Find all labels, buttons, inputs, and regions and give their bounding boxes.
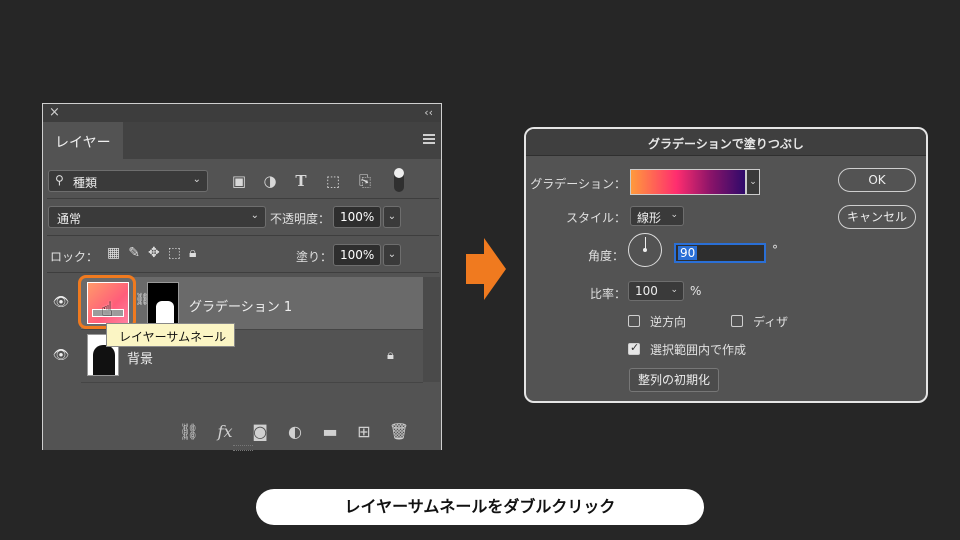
reverse-label: 逆方向 [650,315,687,329]
reset-alignment-button[interactable]: 整列の初期化 [629,368,719,392]
degree-unit: ° [772,243,778,257]
smart-object-filter-icon[interactable]: ⎘ [356,172,374,190]
eye-icon[interactable]: 👁︎ [51,295,71,310]
lock-position-icon[interactable]: ✥ [148,245,160,261]
search-icon: ⚲ [55,173,64,187]
style-value: 線形 [637,211,662,225]
tooltip: レイヤーサムネール [106,323,236,347]
caption: レイヤーサムネールをダブルクリック [256,489,704,525]
chevron-down-icon: ⌄ [670,210,678,220]
scale-select[interactable]: 100 ⌄ [628,281,684,301]
chevron-down-icon: ⌄ [670,285,678,295]
percent-unit: % [690,284,702,298]
adjustment-filter-icon[interactable]: ◑ [261,172,279,190]
image-filter-icon[interactable]: ▣ [230,172,248,190]
person-silhouette [93,345,115,375]
filter-toggle[interactable] [394,168,404,192]
fill-dropdown[interactable]: ⌄ [383,244,401,266]
eye-icon[interactable]: 👁︎ [51,348,71,363]
fill-input[interactable]: 100% [333,244,381,266]
blend-mode-value: 通常 [57,212,82,226]
opacity-label: 不透明度： [270,212,331,226]
cancel-button[interactable]: キャンセル [838,205,916,229]
layer-name[interactable]: 背景 [127,348,153,367]
chevron-down-icon: ⌄ [192,174,201,185]
fill-label: 塗り： [296,250,333,264]
align-with-layer-checkbox[interactable] [628,341,640,355]
lock-all-icon[interactable]: 🔒︎ [189,245,196,261]
layer-mask-thumbnail[interactable] [147,282,179,324]
trash-icon[interactable]: 🗑︎ [388,421,410,443]
scale-label: 比率： [589,287,626,301]
layer-name[interactable]: グラデーション 1 [189,296,292,315]
lock-label: ロック： [50,250,99,264]
resize-grip[interactable] [233,445,253,451]
tab-layers-label: レイヤー [55,135,111,151]
lock-paint-icon[interactable]: ✎ [128,245,140,261]
hand-cursor-icon: ☝︎ [101,297,114,321]
opacity-input[interactable]: 100% [333,206,381,228]
layer-lock-icon: 🔒︎ [387,348,394,363]
style-label: スタイル： [565,211,626,225]
divider [81,382,423,383]
gradient-fill-dialog: グラデーションで塗りつぶし グラデーション： ⌄ スタイル： 線形 ⌄ 角度： … [524,127,928,403]
mask-icon[interactable]: ◙ [249,421,271,443]
style-select[interactable]: 線形 ⌄ [630,206,684,226]
arrow-right-icon [466,238,506,300]
collapse-icon[interactable]: ‹‹ [424,104,433,122]
gradient-swatch[interactable] [630,169,746,195]
angle-input[interactable]: 90 [674,243,766,263]
angle-value: 90 [678,246,698,260]
panel-menu-icon[interactable] [423,134,435,144]
dither-label: ディザ [753,315,789,329]
divider [47,235,439,236]
blend-mode-select[interactable]: 通常 ⌄ [48,206,266,228]
lock-icons-group: ▦ ✎ ✥ ⬚ 🔒︎ [107,245,204,261]
adjustment-icon[interactable]: ◐ [284,421,306,443]
close-icon[interactable]: × [49,104,60,122]
lock-transparent-icon[interactable]: ▦ [107,245,120,261]
link-icon[interactable]: ⛓︎ [178,421,200,443]
gradient-label: グラデーション： [530,177,626,191]
dialog-title: グラデーションで塗りつぶし [648,137,804,151]
reverse-checkbox[interactable] [628,315,640,327]
folder-icon[interactable]: ▬ [319,421,341,443]
lock-artboard-icon[interactable]: ⬚ [168,245,181,261]
opacity-dropdown[interactable]: ⌄ [383,206,401,228]
shape-filter-icon[interactable]: ⬚ [324,172,342,190]
dither-checkbox[interactable] [731,315,743,327]
ok-button[interactable]: OK [838,168,916,192]
angle-label: 角度： [587,249,624,263]
filter-kind-select[interactable]: ⚲ 種類 ⌄ [48,170,208,192]
divider [47,272,439,273]
scrollbar-track[interactable] [423,277,440,382]
type-filter-icon[interactable]: T [292,172,310,190]
divider [47,198,439,199]
chevron-down-icon: ⌄ [250,210,259,221]
align-with-layer-label: 選択範囲内で作成 [650,343,747,357]
mask-shape [156,301,174,323]
gradient-dropdown[interactable]: ⌄ [746,169,760,195]
angle-dial[interactable] [628,233,662,267]
fx-icon[interactable]: fx [214,421,236,443]
new-layer-icon[interactable]: ⊞ [353,421,375,443]
scale-value: 100 [635,284,658,298]
panel-top-bar [43,104,441,122]
layers-panel: × ‹‹ レイヤー ⚲ 種類 ⌄ ▣ ◑ T ⬚ ⎘ 通常 ⌄ 不透明度： 10… [42,103,442,451]
filter-kind-label: 種類 [73,176,98,190]
